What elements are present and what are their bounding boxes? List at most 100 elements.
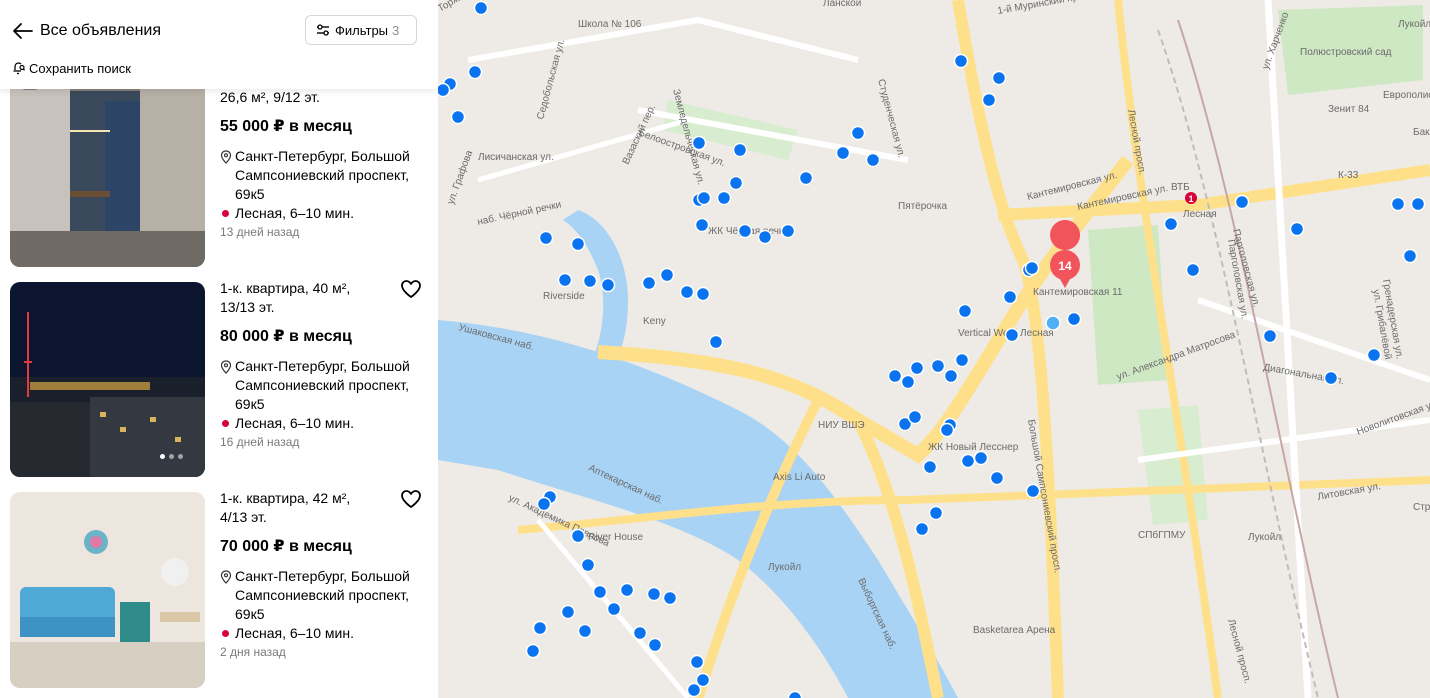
map-listing-marker[interactable]: [619, 582, 635, 598]
heart-icon[interactable]: [400, 279, 422, 299]
map-listing-marker[interactable]: [991, 70, 1007, 86]
map-listing-marker[interactable]: [582, 273, 598, 289]
map-listing-marker[interactable]: [1390, 196, 1406, 212]
map-listing-marker[interactable]: [1366, 347, 1382, 363]
map-listing-marker[interactable]: [708, 334, 724, 350]
map-listing-marker[interactable]: [641, 275, 657, 291]
map-listing-marker[interactable]: [525, 643, 541, 659]
map-listing-marker[interactable]: [1410, 196, 1426, 212]
map-listing-marker[interactable]: [646, 586, 662, 602]
map-listing-marker[interactable]: [647, 637, 663, 653]
map-street-label: Keny: [643, 316, 666, 327]
listing-photo[interactable]: [10, 71, 205, 267]
map-listing-marker[interactable]: [1262, 328, 1278, 344]
map-listing-marker[interactable]: [659, 267, 675, 283]
map-listing-marker[interactable]: [716, 190, 732, 206]
map-listing-marker[interactable]: [835, 145, 851, 161]
map-listing-marker[interactable]: [662, 590, 678, 606]
map[interactable]: Торж Школа № 106 Ланской 1-й Муринский пр. Л…: [438, 0, 1430, 698]
map-listing-marker[interactable]: [606, 601, 622, 617]
map-listing-marker[interactable]: [900, 374, 916, 390]
map-listing-marker[interactable]: [1066, 311, 1082, 327]
map-listing-marker[interactable]: [780, 223, 796, 239]
map-listing-marker[interactable]: [989, 470, 1005, 486]
listing-photo[interactable]: [10, 492, 205, 688]
map-canvas[interactable]: ТоржШкола № 106Ланской 1-й Муринский пр.Л…: [438, 0, 1430, 698]
map-listing-marker[interactable]: [1323, 370, 1339, 386]
map-listing-marker[interactable]: [1024, 260, 1040, 276]
map-listing-marker[interactable]: [467, 64, 483, 80]
map-listing-marker[interactable]: [1002, 289, 1018, 305]
map-listing-marker[interactable]: [939, 422, 955, 438]
map-listing-marker[interactable]: [943, 368, 959, 384]
map-listing-marker[interactable]: [1185, 262, 1201, 278]
map-listing-marker[interactable]: [532, 620, 548, 636]
map-listing-marker[interactable]: [728, 175, 744, 191]
map-listing-marker-selected[interactable]: [1045, 315, 1061, 331]
map-listing-marker[interactable]: [865, 152, 881, 168]
map-listing-marker[interactable]: [907, 409, 923, 425]
map-listing-marker[interactable]: [570, 236, 586, 252]
map-listing-marker[interactable]: [960, 453, 976, 469]
map-listing-marker[interactable]: [696, 190, 712, 206]
map-listing-marker[interactable]: [973, 450, 989, 466]
map-listing-marker[interactable]: [592, 584, 608, 600]
map-listing-marker[interactable]: [1289, 221, 1305, 237]
metro-station-lesnaya[interactable]: 1: [1185, 192, 1197, 204]
map-listing-marker[interactable]: [930, 358, 946, 374]
map-listing-marker[interactable]: [953, 53, 969, 69]
map-listing-marker[interactable]: [787, 690, 803, 698]
map-listing-marker[interactable]: [679, 284, 695, 300]
listing-price: 80 000 ₽ в месяц: [220, 328, 352, 345]
map-listing-marker[interactable]: [632, 625, 648, 641]
map-listing-marker[interactable]: [850, 125, 866, 141]
map-listing-marker[interactable]: [1025, 483, 1041, 499]
map-listing-marker[interactable]: [928, 505, 944, 521]
map-listing-marker[interactable]: [536, 496, 552, 512]
listing-title[interactable]: 1-к. квартира, 42 м², 4/13 эт.: [220, 489, 370, 527]
cluster-count: 14: [1058, 259, 1072, 273]
map-listing-marker[interactable]: [732, 142, 748, 158]
map-listing-marker[interactable]: [450, 109, 466, 125]
map-listing-marker[interactable]: [909, 360, 925, 376]
listing-photo[interactable]: [10, 282, 205, 477]
map-listing-marker[interactable]: [438, 82, 451, 98]
map-listing-marker[interactable]: [557, 272, 573, 288]
map-listing-marker[interactable]: [981, 92, 997, 108]
map-listing-marker[interactable]: [1004, 327, 1020, 343]
map-listing-marker[interactable]: [694, 217, 710, 233]
map-listing-marker[interactable]: [737, 223, 753, 239]
map-listing-marker[interactable]: [914, 521, 930, 537]
listing-card[interactable]: 26,6 м², 9/12 эт. 55 000 ₽ в месяц Санкт…: [0, 71, 438, 267]
listing-metro-text: Лесная, 6–10 мин.: [235, 625, 354, 641]
map-listing-marker[interactable]: [689, 654, 705, 670]
map-listing-marker[interactable]: [560, 604, 576, 620]
map-listing-marker[interactable]: [691, 135, 707, 151]
save-search-button[interactable]: Сохранить поиск: [12, 59, 131, 77]
back-button[interactable]: Все объявления: [12, 20, 161, 42]
map-listing-marker[interactable]: [577, 623, 593, 639]
map-listing-marker[interactable]: [570, 528, 586, 544]
map-listing-marker[interactable]: [600, 277, 616, 293]
map-listing-marker[interactable]: [580, 557, 596, 573]
listing-title[interactable]: 1-к. квартира, 40 м², 13/13 эт.: [220, 279, 370, 317]
map-listing-marker[interactable]: [757, 229, 773, 245]
filters-button[interactable]: Фильтры 3: [305, 15, 417, 45]
listing-title[interactable]: 26,6 м², 9/12 эт.: [220, 88, 420, 107]
map-listing-marker[interactable]: [1163, 216, 1179, 232]
map-listing-marker[interactable]: [695, 286, 711, 302]
listing-card[interactable]: 1-к. квартира, 40 м², 13/13 эт. 80 000 ₽…: [0, 279, 438, 477]
map-listing-marker[interactable]: [922, 459, 938, 475]
map-listing-marker[interactable]: [1234, 194, 1250, 210]
heart-icon[interactable]: [400, 489, 422, 509]
map-listing-marker[interactable]: [957, 303, 973, 319]
map-listing-marker[interactable]: [686, 682, 702, 698]
map-listing-marker[interactable]: [473, 0, 489, 16]
photo-carousel-dots[interactable]: [160, 454, 183, 459]
map-listing-marker[interactable]: [954, 352, 970, 368]
map-listing-marker[interactable]: [1402, 248, 1418, 264]
listing-card[interactable]: 1-к. квартира, 42 м², 4/13 эт. 70 000 ₽ …: [0, 489, 438, 688]
map-listing-marker[interactable]: [798, 170, 814, 186]
map-listing-marker[interactable]: [538, 230, 554, 246]
map-listing-marker[interactable]: [887, 368, 903, 384]
